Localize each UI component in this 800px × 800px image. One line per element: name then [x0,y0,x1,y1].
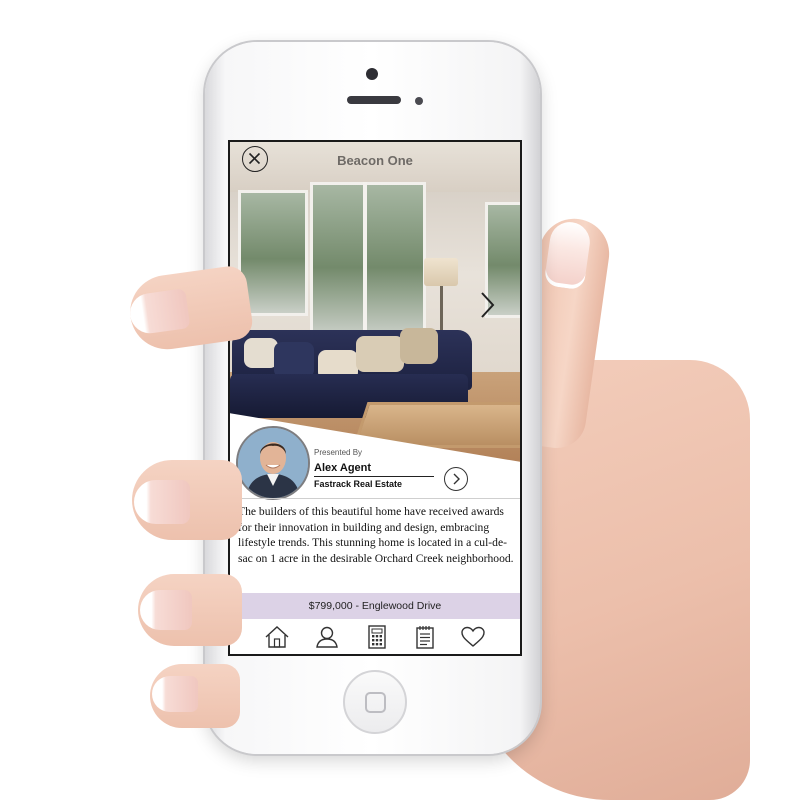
agent-avatar[interactable] [236,426,310,500]
close-icon [248,152,261,165]
home-button-square [365,692,386,713]
tab-favorites[interactable] [460,625,486,649]
app-title: Beacon One [337,153,413,168]
finger-nail [134,480,190,524]
photo-pillow [244,338,278,368]
bottom-tab-bar [230,619,520,654]
property-description: The builders of this beautiful home have… [238,505,514,565]
agent-name: Alex Agent [314,462,372,474]
tab-calculator[interactable] [364,625,390,649]
chevron-right-icon [481,292,495,318]
price-address-bar[interactable]: $799,000 - Englewood Drive [230,593,520,619]
property-photo[interactable] [230,142,520,472]
agent-underline [314,476,434,477]
chevron-right-icon [453,473,460,485]
finger-nail [140,590,192,630]
notepad-icon [416,626,434,649]
agent-company: Fastrack Real Estate [314,479,403,489]
earpiece-speaker [347,96,401,104]
finger-nail [152,676,198,712]
home-button[interactable] [343,670,407,734]
app-screen: Beacon One Presented By Alex Agent Fastr… [228,140,522,656]
photo-pillow [356,336,404,372]
next-photo-button[interactable] [478,290,498,320]
proximity-sensor [415,97,423,105]
photo-window-door [310,182,426,338]
presented-by-label: Presented By [314,448,363,457]
heart-icon [461,626,485,647]
photo-pillow [400,328,438,364]
tab-notes[interactable] [412,625,438,649]
front-camera [366,68,378,80]
agent-portrait-icon [238,428,308,498]
calculator-icon [368,625,386,649]
tab-agent[interactable] [314,625,340,649]
agent-details-button[interactable] [444,467,468,491]
tab-home[interactable] [264,625,290,649]
home-icon [265,626,289,648]
person-icon [316,626,338,648]
photo-door-mullion [363,182,367,332]
photo-pillow [274,342,314,378]
close-button[interactable] [242,146,268,172]
photo-lamp-shade [424,258,458,286]
section-divider [230,498,520,499]
